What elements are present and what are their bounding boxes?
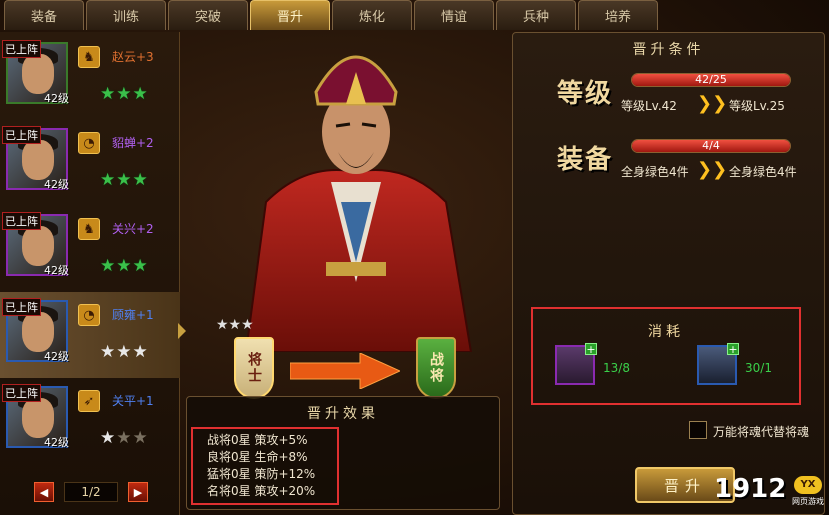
tab-breakthrough[interactable]: 突破 [168,0,248,30]
add-icon[interactable]: + [727,343,739,355]
hero-level: 42级 [44,264,69,277]
deployed-badge: 已上阵 [2,126,41,144]
equip-progress-text: 4/4 [702,139,720,152]
logo-text: 1912 [714,474,787,504]
hero-level: 42级 [44,178,69,191]
prev-page-button[interactable]: ◀ [34,482,54,502]
hero-stars: ★★★ [100,428,149,448]
logo-badge: YX [794,476,822,494]
pager: ◀ 1/2 ▶ [34,482,148,504]
effect-line: 战将0星 策攻+5% [207,433,308,447]
current-rank-badge: 将士 [234,337,274,399]
equip-required: 全身绿色4件 [729,165,797,179]
deployed-badge: 已上阵 [2,40,41,58]
equip-progress-bar: 4/4 [631,139,791,153]
level-label: 等级 [557,79,614,109]
hero-figure-image [244,55,473,352]
tab-bond[interactable]: 情谊 [414,0,494,30]
horse-icon: ♞ [78,218,100,240]
hero-stars: ★★★ [100,342,149,362]
arrow-right-icon [290,353,400,389]
level-current: 等级Lv.42 [621,99,677,113]
cost-title: 消耗 [648,324,684,340]
tab-promotion[interactable]: 晋升 [250,0,330,30]
equip-condition: 装备 4/4 全身绿色4件 ❯❯ 全身绿色4件 [513,133,826,193]
bow-icon: ➶ [78,390,100,412]
add-icon[interactable]: + [585,343,597,355]
hero-stars: ★★★ [100,256,149,276]
promotion-condition-panel: 晋升条件 等级 42/25 等级Lv.42 ❯❯ 等级Lv.25 装备 4/4 … [512,32,825,515]
effect-list: 战将0星 策攻+5% 良将0星 生命+8% 猛将0星 策防+12% 名将0星 策… [191,427,339,505]
hero-stage: ★★★ 将士 战将 晋升效果 战将0星 策攻+5% 良将0星 生命+8% 猛将0… [186,32,506,515]
equip-current: 全身绿色4件 [621,165,689,179]
hero-level: 42级 [44,92,69,105]
level-progress-bar: 42/25 [631,73,791,87]
game-window: 装备 训练 突破 晋升 炼化 情谊 兵种 培养 已上阵 42级 ♞ 赵云+3 ★… [0,0,829,515]
hero-name: 关兴+2 [112,222,154,236]
next-rank-badge: 战将 [416,337,456,399]
rank-stars-icon: ★★★ [216,317,254,333]
level-required: 等级Lv.25 [729,99,785,113]
cost-panel: 消耗 + 13/8 + 30/1 [531,307,801,405]
site-logo: 1912 YX 网页游戏 [714,474,826,510]
deployed-badge: 已上阵 [2,212,41,230]
hero-name: 顾雍+1 [112,308,154,322]
hero-soul-icon[interactable]: + [697,343,739,385]
tab-training[interactable]: 训练 [86,0,166,30]
page-indicator: 1/2 [64,482,118,502]
tab-troops[interactable]: 兵种 [496,0,576,30]
selected-indicator-icon [178,323,186,339]
next-page-button[interactable]: ▶ [128,482,148,502]
hero-name: 赵云+3 [112,50,154,64]
deployed-badge: 已上阵 [2,384,41,402]
hero-list: 已上阵 42级 ♞ 赵云+3 ★★★ 已上阵 42级 ◔ 貂蝉+2 ★★★ 已上… [0,32,180,515]
hero-row-guanping[interactable]: 已上阵 42级 ➶ 关平+1 ★★★ [0,378,180,464]
tab-equipment[interactable]: 装备 [4,0,84,30]
logo-subtitle: 网页游戏 [792,497,824,506]
promotion-effect-panel: 晋升效果 战将0星 策攻+5% 良将0星 生命+8% 猛将0星 策防+12% 名… [186,396,500,510]
tab-bar: 装备 训练 突破 晋升 炼化 情谊 兵种 培养 [0,0,660,32]
hero-row-guanxing[interactable]: 已上阵 42级 ♞ 关兴+2 ★★★ [0,206,180,292]
hero-stars: ★★★ [100,170,149,190]
deployed-badge: 已上阵 [2,298,41,316]
equip-label: 装备 [557,145,614,175]
tab-cultivate[interactable]: 培养 [578,0,658,30]
level-progress-text: 42/25 [695,73,727,86]
hero-stars: ★★★ [100,84,149,104]
level-condition: 等级 42/25 等级Lv.42 ❯❯ 等级Lv.25 [513,67,826,127]
hero-name: 关平+1 [112,394,154,408]
fan-icon: ◔ [78,304,100,326]
cost-count: 30/1 [745,361,772,375]
hero-row-guyong[interactable]: 已上阵 42级 ◔ 顾雍+1 ★★★ [0,292,180,378]
effect-line: 名将0星 策攻+20% [207,484,316,498]
effect-line: 良将0星 生命+8% [207,450,308,464]
effect-title: 晋升效果 [307,406,379,422]
cost-count: 13/8 [603,361,630,375]
hero-name: 貂蝉+2 [112,136,154,150]
checkbox-label: 万能将魂代替将魂 [713,425,810,439]
hero-level: 42级 [44,436,69,449]
tab-refine[interactable]: 炼化 [332,0,412,30]
hero-level: 42级 [44,350,69,363]
bag-item-icon[interactable]: + [555,343,597,385]
condition-title: 晋升条件 [632,42,705,58]
hero-row-zhaoyun[interactable]: 已上阵 42级 ♞ 赵云+3 ★★★ [0,34,180,120]
double-chevron-icon: ❯❯ [697,159,728,180]
universal-soul-checkbox[interactable] [689,421,707,439]
effect-line: 猛将0星 策防+12% [207,467,316,481]
hero-row-diaochan[interactable]: 已上阵 42级 ◔ 貂蝉+2 ★★★ [0,120,180,206]
double-chevron-icon: ❯❯ [697,93,728,114]
horse-icon: ♞ [78,46,100,68]
fan-icon: ◔ [78,132,100,154]
